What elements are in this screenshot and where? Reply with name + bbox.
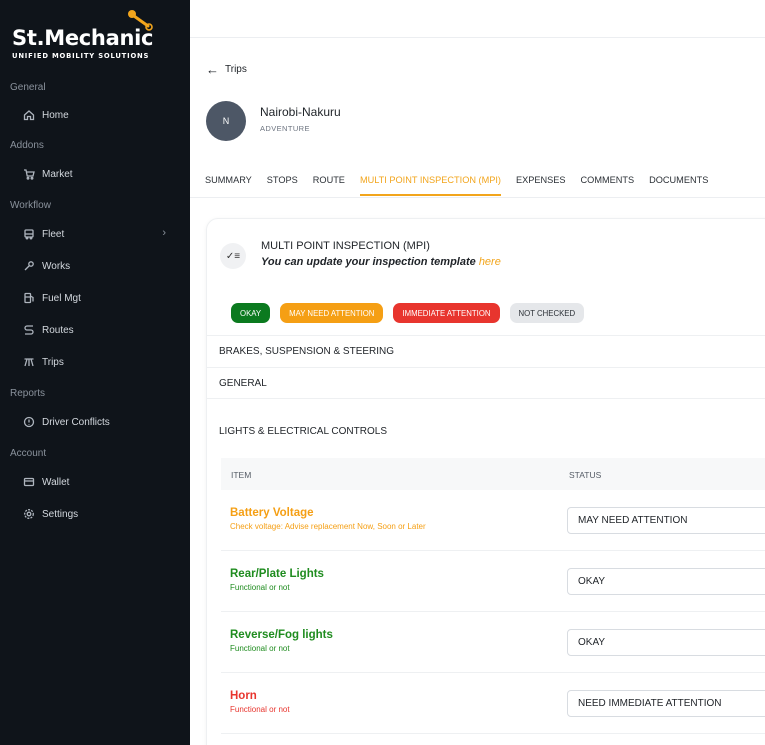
trip-type: ADVENTURE	[260, 124, 310, 133]
table-row: Reverse/Fog lights Functional or not OKA…	[221, 612, 765, 673]
mpi-subtitle-text: You can update your inspection template	[261, 256, 476, 268]
nav-item-market[interactable]: Market	[22, 164, 172, 184]
tab-stops[interactable]: STOPS	[267, 172, 298, 198]
tab-comments[interactable]: COMMENTS	[581, 172, 635, 198]
nav-item-label: Driver Conflicts	[42, 416, 110, 428]
template-link[interactable]: here	[479, 256, 501, 268]
gear-icon	[22, 507, 36, 521]
item-name: Horn	[230, 690, 257, 702]
item-desc: Functional or not	[230, 644, 290, 653]
nav-item-routes[interactable]: Routes	[22, 320, 172, 340]
table-header: ITEM STATUS	[221, 458, 765, 490]
back-label: Trips	[225, 64, 247, 75]
legend-immediate-attention: IMMEDIATE ATTENTION	[393, 303, 500, 323]
nav-item-wallet[interactable]: Wallet	[22, 472, 172, 492]
item-name: Reverse/Fog lights	[230, 629, 333, 641]
tab-documents[interactable]: DOCUMENTS	[649, 172, 708, 198]
mpi-title: MULTI POINT INSPECTION (MPI)	[261, 240, 430, 252]
arrow-left-icon: ←	[206, 62, 219, 77]
home-icon	[22, 108, 36, 122]
wallet-icon	[22, 475, 36, 489]
route-icon	[22, 323, 36, 337]
nav-item-label: Settings	[42, 508, 79, 520]
section-reports: Reports	[10, 388, 46, 399]
group-brakes[interactable]: BRAKES, SUSPENSION & STEERING	[207, 335, 765, 367]
section-addons: Addons	[10, 140, 44, 151]
main-content: ← Trips N Nairobi-Nakuru ADVENTURE SUMMA…	[190, 38, 765, 745]
item-desc: Functional or not	[230, 583, 290, 592]
section-workflow: Workflow	[10, 200, 51, 211]
nav-item-fleet[interactable]: Fleet ›	[22, 224, 172, 244]
legend-okay: OKAY	[231, 303, 271, 323]
table-row: Rear/Plate Lights Functional or not OKAY	[221, 551, 765, 612]
nav-item-label: Fuel Mgt	[42, 292, 81, 304]
nav-item-label: Market	[42, 168, 73, 180]
header-status: STATUS	[569, 470, 602, 480]
table-row: Battery Voltage Check voltage: Advise re…	[221, 490, 765, 551]
bus-icon	[22, 227, 36, 241]
nav-item-label: Works	[42, 260, 71, 272]
trip-name: Nairobi-Nakuru	[260, 105, 341, 119]
group-lights-electrical[interactable]: LIGHTS & ELECTRICAL CONTROLS	[219, 426, 387, 437]
nav-item-label: Routes	[42, 324, 74, 336]
status-select[interactable]: OKAY	[567, 629, 765, 656]
legend-not-checked: NOT CHECKED	[509, 303, 585, 323]
nav-item-works[interactable]: Works	[22, 256, 172, 276]
back-link[interactable]: ← Trips	[206, 62, 247, 77]
trips-icon	[22, 355, 36, 369]
group-general[interactable]: GENERAL	[207, 367, 765, 399]
nav-item-label: Wallet	[42, 476, 70, 488]
cart-icon	[22, 167, 36, 181]
status-legend: OKAY MAY NEED ATTENTION IMMEDIATE ATTENT…	[231, 303, 594, 323]
status-select[interactable]: NEED IMMEDIATE ATTENTION	[567, 690, 765, 717]
trip-avatar: N	[206, 101, 246, 141]
nav-item-label: Trips	[42, 356, 64, 368]
nav-item-label: Fleet	[42, 228, 65, 240]
alert-circle-icon	[22, 415, 36, 429]
wrench-icon	[22, 259, 36, 273]
mpi-card: ✓≡ MULTI POINT INSPECTION (MPI) You can …	[206, 218, 765, 745]
item-desc: Check voltage: Advise replacement Now, S…	[230, 522, 426, 531]
tab-expenses[interactable]: EXPENSES	[516, 172, 566, 198]
item-desc: Functional or not	[230, 705, 290, 714]
tab-bar: SUMMARY STOPS ROUTE MULTI POINT INSPECTI…	[205, 172, 723, 198]
top-bar	[190, 0, 765, 38]
nav-item-trips[interactable]: Trips	[22, 352, 172, 372]
nav-item-driver-conflicts[interactable]: Driver Conflicts	[22, 412, 172, 432]
status-select[interactable]: OKAY	[567, 568, 765, 595]
nav-item-settings[interactable]: Settings	[22, 504, 172, 524]
item-name: Battery Voltage	[230, 507, 314, 519]
sidebar: St.Mechanic UNIFIED MOBILITY SOLUTIONS G…	[0, 0, 190, 745]
nav-item-home[interactable]: Home	[22, 105, 172, 125]
tab-summary[interactable]: SUMMARY	[205, 172, 252, 198]
checklist-icon: ✓≡	[220, 243, 246, 269]
tab-mpi[interactable]: MULTI POINT INSPECTION (MPI)	[359, 172, 501, 196]
brand-tagline: UNIFIED MOBILITY SOLUTIONS	[12, 52, 150, 60]
status-select[interactable]: MAY NEED ATTENTION	[567, 507, 765, 534]
fuel-icon	[22, 291, 36, 305]
table-row: Horn Functional or not NEED IMMEDIATE AT…	[221, 673, 765, 734]
section-general: General	[10, 82, 46, 93]
nav-item-fuel-mgt[interactable]: Fuel Mgt	[22, 288, 172, 308]
tab-route[interactable]: ROUTE	[313, 172, 345, 198]
mpi-subtitle: You can update your inspection template …	[261, 256, 501, 268]
legend-may-need-attention: MAY NEED ATTENTION	[280, 303, 384, 323]
section-account: Account	[10, 448, 47, 459]
item-name: Rear/Plate Lights	[230, 568, 324, 580]
nav-item-label: Home	[42, 109, 69, 121]
chevron-right-icon: ›	[162, 227, 166, 239]
brand-logo[interactable]: St.Mechanic UNIFIED MOBILITY SOLUTIONS	[10, 8, 182, 64]
brand-name: St.Mechanic	[12, 26, 154, 50]
tabs-divider	[190, 197, 765, 198]
header-item: ITEM	[231, 470, 252, 480]
